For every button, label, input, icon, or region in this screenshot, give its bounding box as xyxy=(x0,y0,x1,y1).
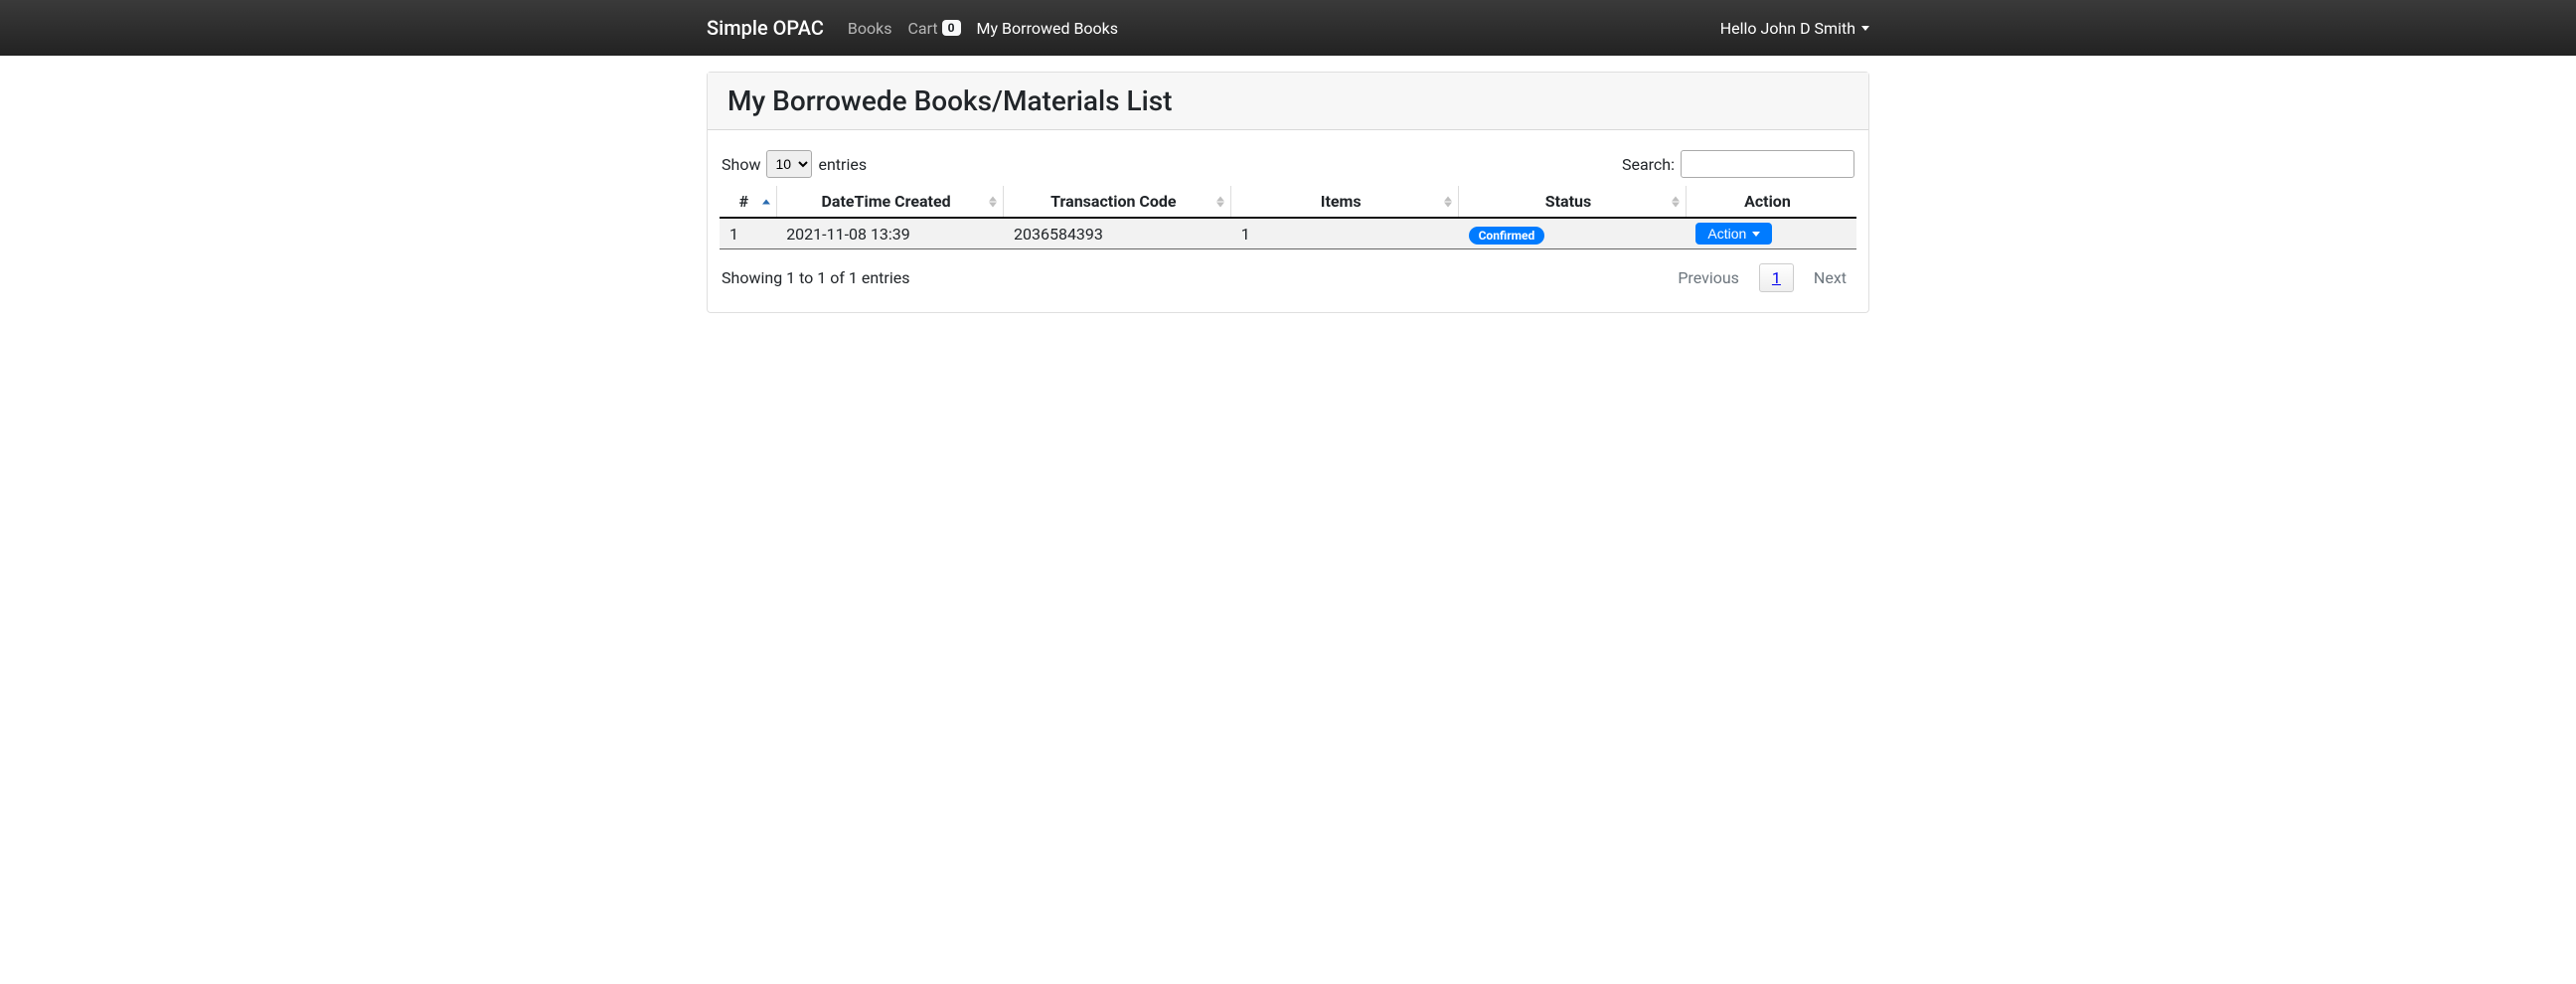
navbar: Simple OPAC Books Cart 0 My Borrowed Boo… xyxy=(0,0,2576,56)
cart-count-badge: 0 xyxy=(942,20,961,36)
data-table: # DateTime Created Transaction Code xyxy=(720,186,1856,249)
col-code[interactable]: Transaction Code xyxy=(1004,186,1231,218)
user-menu[interactable]: Hello John D Smith xyxy=(1720,19,1869,38)
cell-code: 2036584393 xyxy=(1004,218,1231,249)
col-items-label: Items xyxy=(1321,192,1362,211)
sort-up-icon xyxy=(1672,196,1680,201)
page-1-button[interactable]: 1 xyxy=(1759,263,1794,292)
col-index-label: # xyxy=(739,192,748,211)
cell-status: Confirmed xyxy=(1459,218,1687,249)
action-button[interactable]: Action xyxy=(1695,223,1772,245)
col-status[interactable]: Status xyxy=(1459,186,1687,218)
col-index[interactable]: # xyxy=(720,186,776,218)
sort-up-icon xyxy=(989,196,997,201)
nav-books[interactable]: Books xyxy=(848,19,892,38)
nav-cart[interactable]: Cart 0 xyxy=(907,19,960,38)
col-code-label: Transaction Code xyxy=(1050,192,1176,211)
page-title: My Borrowede Books/Materials List xyxy=(727,84,1849,117)
show-label: Show xyxy=(722,155,760,174)
col-datetime[interactable]: DateTime Created xyxy=(776,186,1004,218)
sort-down-icon xyxy=(989,202,997,207)
table-info: Showing 1 to 1 of 1 entries xyxy=(722,268,909,287)
cell-action: Action xyxy=(1686,218,1856,249)
sort-down-icon xyxy=(1444,202,1452,207)
card: My Borrowede Books/Materials List Show 1… xyxy=(707,72,1869,313)
chevron-down-icon xyxy=(1752,232,1760,237)
cell-items: 1 xyxy=(1231,218,1459,249)
search-label: Search: xyxy=(1622,155,1675,174)
cell-datetime: 2021-11-08 13:39 xyxy=(776,218,1004,249)
next-button[interactable]: Next xyxy=(1806,264,1854,291)
pagination: Previous 1 Next xyxy=(1670,263,1854,292)
nav-cart-label: Cart xyxy=(907,19,937,38)
prev-button[interactable]: Previous xyxy=(1670,264,1747,291)
sort-up-icon xyxy=(1444,196,1452,201)
user-greeting: Hello John D Smith xyxy=(1720,19,1855,38)
cell-index: 1 xyxy=(720,218,776,249)
sort-up-icon xyxy=(762,199,770,204)
col-datetime-label: DateTime Created xyxy=(822,192,951,211)
brand-link[interactable]: Simple OPAC xyxy=(707,16,824,40)
table-header-row: # DateTime Created Transaction Code xyxy=(720,186,1856,218)
table-row: 1 2021-11-08 13:39 2036584393 1 Confirme… xyxy=(720,218,1856,249)
col-status-label: Status xyxy=(1545,192,1591,211)
col-items[interactable]: Items xyxy=(1231,186,1459,218)
entries-label: entries xyxy=(818,155,867,174)
card-header: My Borrowede Books/Materials List xyxy=(708,73,1868,130)
sort-down-icon xyxy=(1672,202,1680,207)
col-action: Action xyxy=(1686,186,1856,218)
nav-borrowed[interactable]: My Borrowed Books xyxy=(977,19,1119,38)
col-action-label: Action xyxy=(1744,192,1791,211)
sort-up-icon xyxy=(1216,196,1224,201)
sort-down-icon xyxy=(1216,202,1224,207)
status-badge: Confirmed xyxy=(1469,227,1545,245)
search-input[interactable] xyxy=(1681,150,1854,178)
chevron-down-icon xyxy=(1861,26,1869,31)
length-control: Show 10 entries xyxy=(722,150,867,178)
action-button-label: Action xyxy=(1707,226,1746,242)
length-select[interactable]: 10 xyxy=(766,150,812,178)
search-control: Search: xyxy=(1622,150,1854,178)
